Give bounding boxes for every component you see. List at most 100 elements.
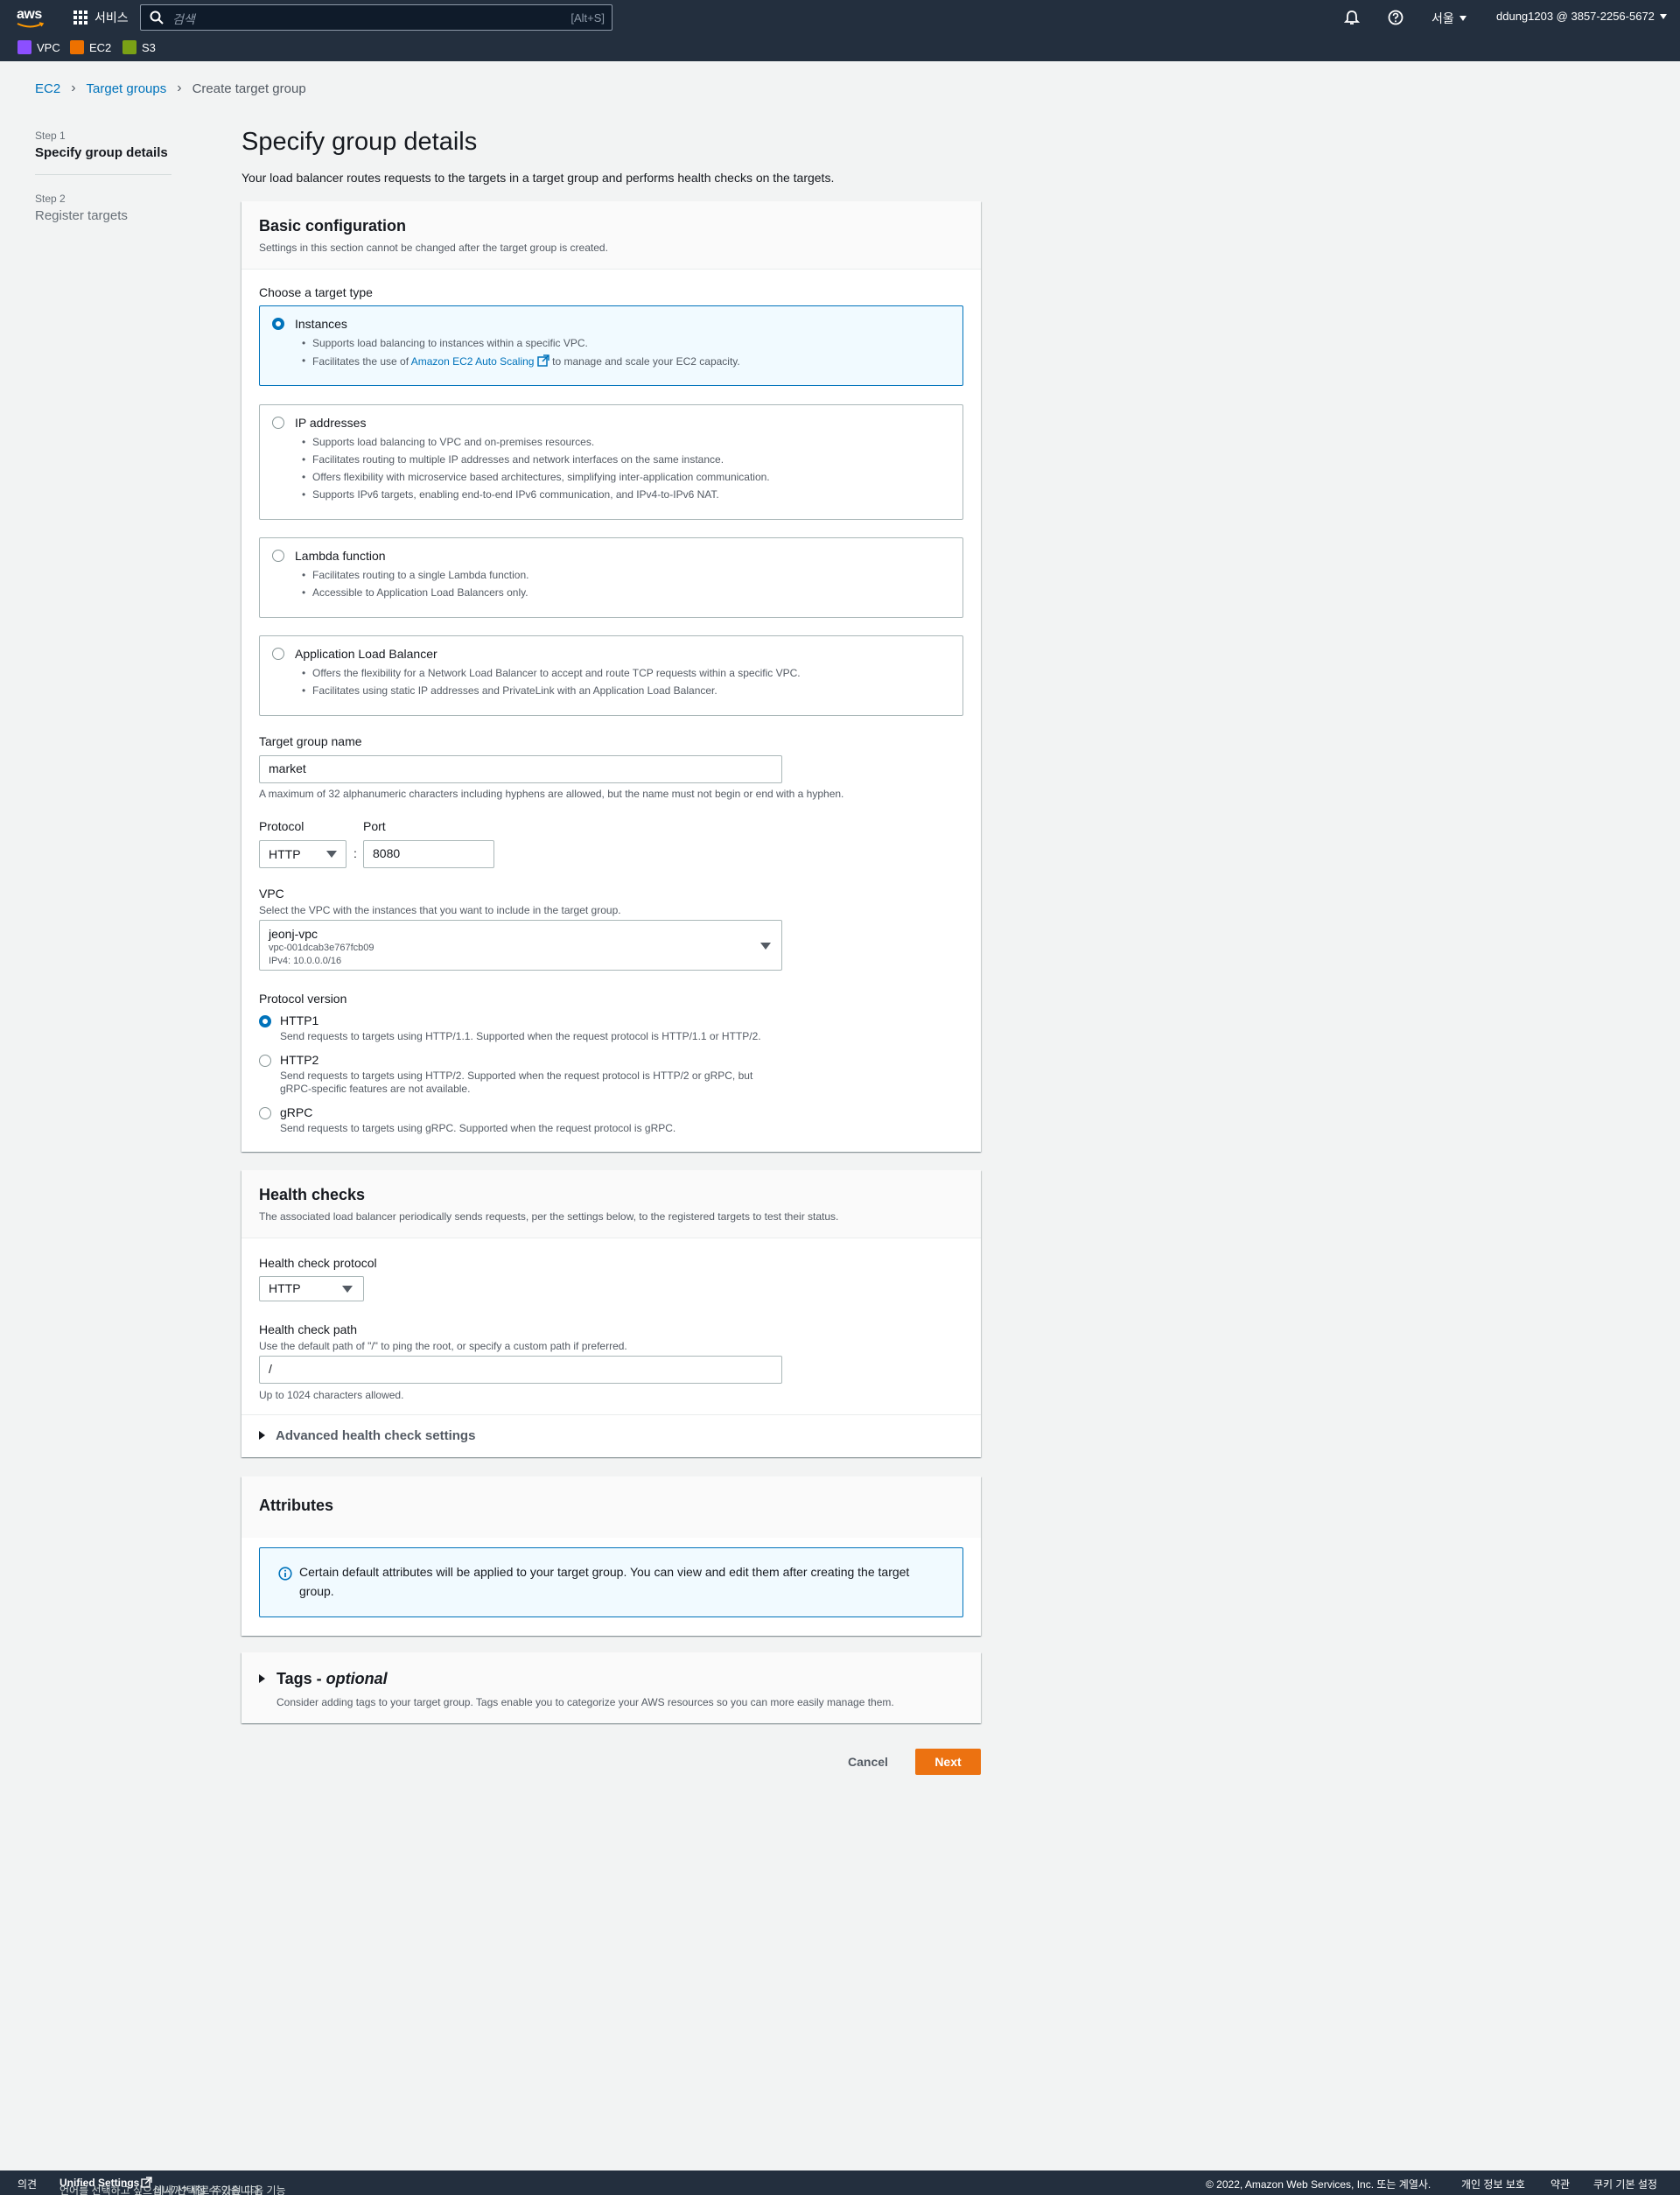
target-type-instances[interactable]: Instances Supports load balancing to ins… [259,305,963,386]
search-icon [150,11,164,25]
port-separator: : [354,846,357,860]
step-1-name: Specify group details [35,145,168,160]
panel-title: Basic configuration [259,217,407,235]
panel-title: Health checks [259,1186,366,1203]
target-group-name-input[interactable]: market [259,755,782,783]
info-text-line2: group. [299,1584,334,1598]
help-icon[interactable] [1388,10,1404,25]
favorite-label: EC2 [89,40,112,54]
favorites-bar: VPC EC2 S3 [0,37,1680,60]
bullet-text: Facilitates routing to multiple IP addre… [302,453,724,466]
radio-button[interactable] [272,417,284,429]
bullet-text: Offers the flexibility for a Network Loa… [302,667,801,679]
search-placeholder: 검색 [172,12,195,26]
tags-title-text: Tags - [276,1670,326,1687]
breadcrumb-ec2[interactable]: EC2 [35,81,60,96]
grid-icon [74,11,88,25]
health-checks-panel: Health checks The associated load balanc… [242,1170,981,1457]
step-2-label: Step 2 [35,193,66,205]
divider [242,1414,981,1415]
vpc-name: jeonj-vpc [269,927,318,941]
target-type-alb[interactable]: Application Load Balancer Offers the fle… [259,635,963,716]
tile-title: Application Load Balancer [295,647,438,661]
ec2-auto-scaling-link[interactable]: Amazon EC2 Auto Scaling [411,355,535,368]
tags-subtitle: Consider adding tags to your target grou… [276,1696,894,1708]
favorite-ec2[interactable]: EC2 [70,40,111,54]
port-input[interactable]: 8080 [363,840,494,868]
radio-http1[interactable] [259,1015,271,1027]
page-title: Specify group details [242,128,478,156]
bullet-text-with-link: Facilitates the use of Amazon EC2 Auto S… [302,354,740,368]
breadcrumb-target-groups[interactable]: Target groups [87,81,167,96]
http1-title: HTTP1 [280,1013,319,1027]
vpc-cidr: IPv4: 10.0.0.0/16 [269,956,342,966]
footer: 의견 언어를 선택하고 싶으십니까? 새로 추가된 다음 기능 Unified S… [0,2170,1680,2195]
cancel-button[interactable]: Cancel [840,1749,896,1775]
cookie-preferences-link[interactable]: 쿠키 기본 설정 [1593,2177,1657,2191]
caret-down-icon [342,1286,353,1293]
health-check-protocol-select[interactable]: HTTP [259,1276,364,1301]
top-navigation: aws 서비스 검색 [Alt+S] 서울 ddung1203 @ 3857-2… [0,0,1680,61]
target-type-ip-addresses[interactable]: IP addresses Supports load balancing to … [259,404,963,520]
grpc-title: gRPC [280,1105,313,1119]
account-menu[interactable]: ddung1203 @ 3857-2256-5672 [1496,10,1667,23]
radio-button[interactable] [272,550,284,562]
info-alert: Certain default attributes will be appli… [259,1547,963,1617]
health-check-path-input[interactable]: / [259,1356,782,1384]
privacy-link[interactable]: 개인 정보 보호 [1461,2177,1525,2191]
feedback-link[interactable]: 의견 [18,2177,37,2191]
bullet-prefix: Facilitates the use of [312,355,410,368]
bullet-text: Facilitates routing to a single Lambda f… [302,569,529,581]
favorite-label: VPC [37,40,60,54]
health-check-path-label: Health check path [259,1322,358,1336]
region-selector[interactable]: 서울 [1432,10,1466,27]
target-group-name-label: Target group name [259,734,362,748]
bullet-suffix: to manage and scale your EC2 capacity. [552,355,740,368]
external-link-icon[interactable] [537,354,550,367]
step-2-name[interactable]: Register targets [35,208,128,223]
vpc-service-icon [18,40,32,54]
ec2-service-icon [70,40,84,54]
aws-logo[interactable]: aws [16,7,47,28]
services-menu[interactable]: 서비스 [74,9,129,26]
step-1-label: Step 1 [35,130,66,142]
caret-right-icon [259,1431,265,1440]
terms-link[interactable]: 약관 [1550,2177,1570,2191]
panel-header: Basic configuration Settings in this sec… [242,201,981,270]
radio-button[interactable] [272,648,284,660]
search-box[interactable]: 검색 [Alt+S] [140,4,612,31]
panel-subtitle: The associated load balancer periodicall… [259,1210,839,1223]
favorite-s3[interactable]: S3 [122,40,156,54]
tile-title: IP addresses [295,416,367,430]
advanced-health-check-label: Advanced health check settings [276,1428,476,1443]
http2-title: HTTP2 [280,1053,319,1067]
target-type-lambda[interactable]: Lambda function Facilitates routing to a… [259,537,963,618]
health-check-protocol-value: HTTP [269,1281,301,1295]
bullet-text: Supports IPv6 targets, enabling end-to-e… [302,488,719,501]
bullet-text: Facilitates using static IP addresses an… [302,684,718,697]
copyright: © 2022, Amazon Web Services, Inc. 또는 계열사… [1206,2178,1432,2191]
chevron-right-icon: › [177,81,182,95]
panel-header: Health checks The associated load balanc… [242,1170,981,1238]
tags-optional: optional [326,1670,388,1687]
bullet-text: Supports load balancing to VPC and on-pr… [302,436,594,448]
http2-desc: Send requests to targets using HTTP/2. S… [280,1069,753,1082]
chevron-right-icon: › [71,81,76,95]
s3-service-icon [122,40,136,54]
vpc-select[interactable]: jeonj-vpc vpc-001dcab3e767fcb09 IPv4: 10… [259,920,782,971]
panel-header: Tags - optional Consider adding tags to … [242,1652,981,1723]
basic-configuration-panel: Basic configuration Settings in this sec… [242,201,981,1152]
caret-down-icon [1659,13,1667,19]
protocol-select[interactable]: HTTP [259,840,346,868]
vpc-id: vpc-001dcab3e767fcb09 [269,943,374,953]
radio-grpc[interactable] [259,1107,271,1119]
favorite-vpc[interactable]: VPC [18,40,60,54]
tile-title: Instances [295,317,347,331]
radio-button[interactable] [272,318,284,330]
favorite-label: S3 [142,40,156,54]
next-button[interactable]: Next [915,1749,981,1775]
target-group-name-hint: A maximum of 32 alphanumeric characters … [259,788,844,800]
protocol-value: HTTP [269,847,301,861]
notifications-bell-icon[interactable] [1344,10,1360,25]
radio-http2[interactable] [259,1055,271,1067]
